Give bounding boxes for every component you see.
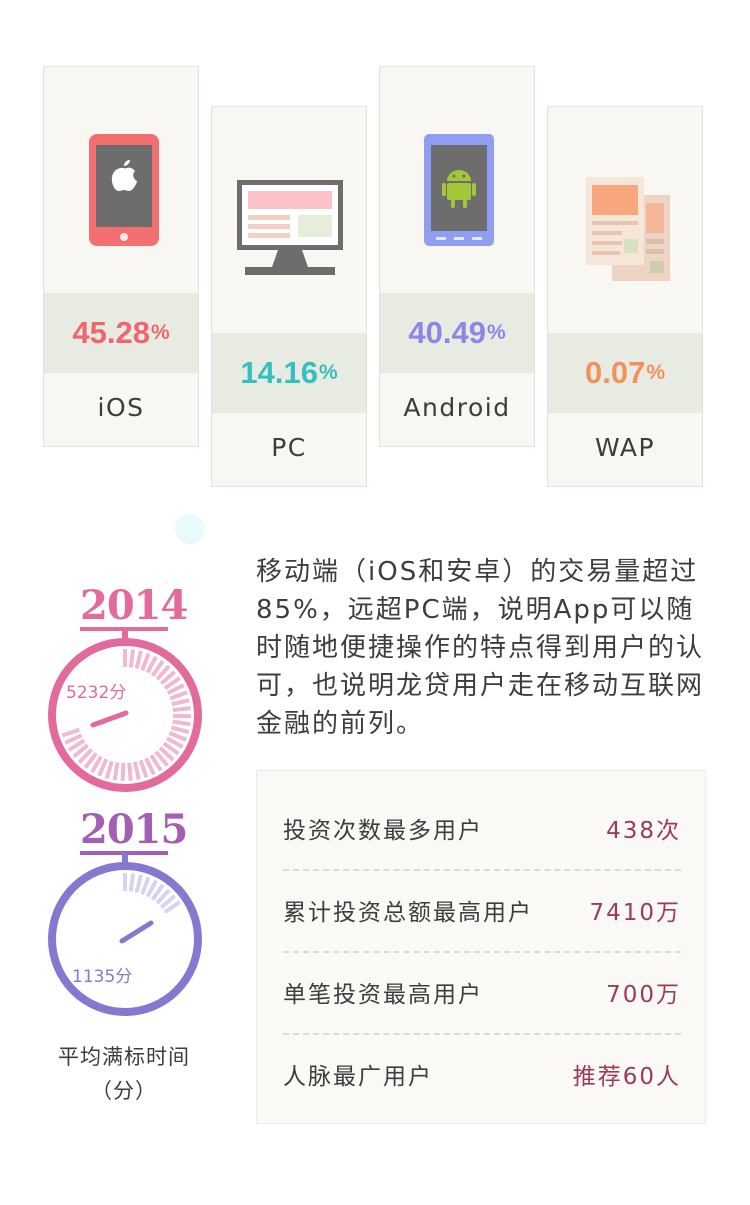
dial-tick [127,762,133,781]
percent-ios: 45.28% [44,293,198,373]
percent-android: 40.49% [380,293,534,373]
gauge-2015-value: 1135分 [72,967,133,987]
dial-tick [172,706,191,712]
dial-tick [112,762,120,781]
stat-row: 单笔投资最高用户 700万 [283,951,681,1033]
stat-value: 700万 [606,982,681,1008]
stat-label: 人脉最广用户 [283,1064,433,1090]
stopwatch-2014-icon [48,629,202,792]
percent-pc: 14.16% [212,333,366,413]
avg-time-label: 平均满标时间 （分） [58,1045,190,1103]
platform-card-android: 40.49% Android [379,66,535,447]
platform-label-android: Android [403,392,511,422]
stat-value: 438次 [606,818,681,844]
stat-label: 单笔投资最高用户 [283,982,483,1008]
description-text: 移动端（iOS和安卓）的交易量超过85%，远超PC端，说明App可以随时随地便捷… [256,557,705,739]
android-phone-icon [424,134,494,246]
dial-tick [128,873,136,892]
dial-tick [128,649,136,668]
decorative-dot [175,514,205,544]
web-page-icon [586,177,670,281]
stat-value: 7410万 [589,900,681,926]
stopwatch-2015-icon [48,853,202,1016]
dial-tick [120,762,126,782]
platform-label-wap: WAP [594,432,656,462]
iphone-icon [89,134,159,246]
stat-row: 投资次数最多用户 438次 [283,787,681,869]
stats-panel: 投资次数最多用户 438次 累计投资总额最高用户 7410万 单笔投资最高用户 … [256,770,706,1124]
platform-label-pc: PC [271,432,307,462]
platform-card-pc: 14.16% PC [211,106,367,487]
monitor-icon [237,180,343,275]
platform-card-ios: 45.28% iOS [43,66,199,447]
stat-row: 人脉最广用户 推荐60人 [283,1033,681,1115]
stat-label: 累计投资总额最高用户 [283,900,533,926]
platform-label-ios: iOS [97,392,145,422]
stat-row: 累计投资总额最高用户 7410万 [283,869,681,951]
stat-value: 推荐60人 [572,1064,681,1090]
dial-tick [172,719,191,727]
percent-wap: 0.07% [548,333,702,413]
gauge-2014-value: 5232分 [66,683,127,703]
stat-label: 投资次数最多用户 [283,818,483,844]
platform-card-wap: 0.07% WAP [547,106,703,487]
